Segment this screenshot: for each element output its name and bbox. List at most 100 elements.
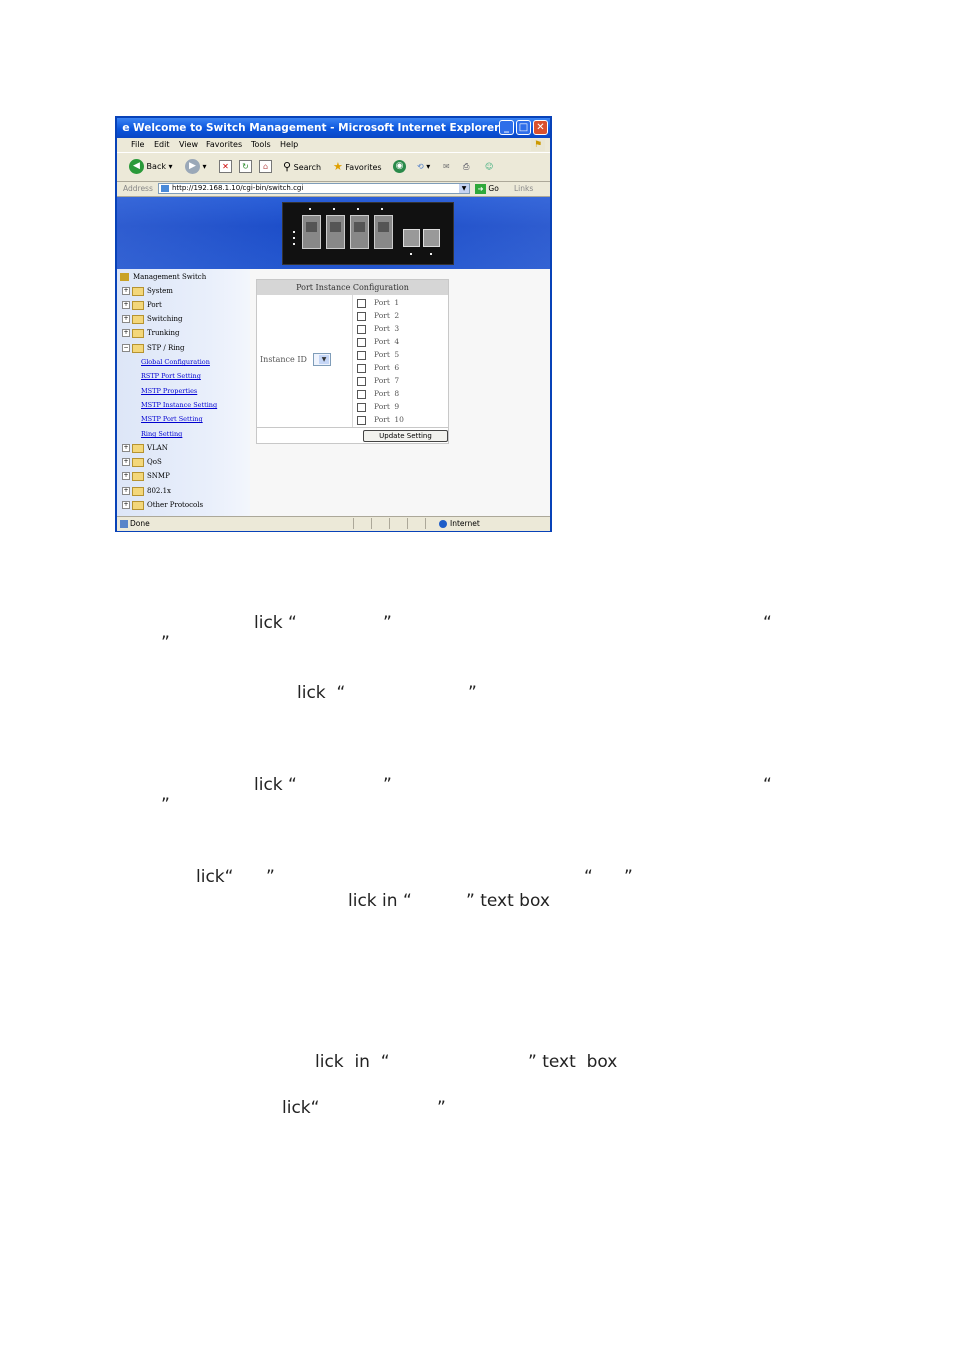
switch-port-4[interactable] bbox=[374, 215, 393, 249]
address-dropdown-icon[interactable]: ▼ bbox=[459, 184, 469, 193]
port-checkbox[interactable] bbox=[357, 389, 366, 399]
media-button[interactable]: ◉ bbox=[393, 159, 406, 175]
globe-icon bbox=[439, 520, 447, 528]
tree-link-global-configuration[interactable]: Global Configuration bbox=[141, 356, 210, 368]
menu-favorites[interactable]: Favorites bbox=[206, 138, 242, 152]
refresh-button[interactable]: ↻ bbox=[239, 159, 252, 175]
messenger-button[interactable]: ☺ bbox=[485, 159, 493, 175]
switch-port-6[interactable] bbox=[423, 229, 440, 247]
menu-view[interactable]: View bbox=[179, 138, 198, 152]
favorites-button[interactable]: ★ Favorites bbox=[333, 159, 382, 175]
tree-item-other-protocols[interactable]: + Other Protocols bbox=[122, 499, 203, 511]
print-button[interactable]: ⎙ bbox=[463, 159, 469, 175]
text-fragment: “ bbox=[584, 867, 593, 887]
security-zone: Internet bbox=[439, 517, 480, 530]
port-row: Port 6 bbox=[357, 362, 399, 374]
mail-icon: ✉ bbox=[443, 162, 450, 171]
port-checkbox[interactable] bbox=[357, 363, 366, 373]
menu-tools[interactable]: Tools bbox=[251, 138, 271, 152]
port-checkbox[interactable] bbox=[357, 311, 366, 321]
status-text: Done bbox=[130, 519, 150, 528]
text-fragment: ” bbox=[161, 795, 170, 815]
minimize-button[interactable]: _ bbox=[499, 120, 514, 135]
mail-button[interactable]: ✉ bbox=[443, 159, 450, 175]
search-icon: ⚲ bbox=[283, 160, 292, 173]
tree-item-qos[interactable]: + QoS bbox=[122, 456, 162, 468]
folder-open-icon bbox=[132, 343, 144, 353]
tree-item-port[interactable]: + Port bbox=[122, 299, 162, 311]
search-button[interactable]: ⚲ Search bbox=[283, 159, 321, 175]
address-input[interactable]: http://192.168.1.10/cgi-bin/switch.cgi bbox=[158, 183, 470, 194]
switch-port-5[interactable] bbox=[403, 229, 420, 247]
text-fragment: “ bbox=[763, 613, 772, 633]
go-label: Go bbox=[488, 184, 499, 193]
forward-button[interactable]: ▶ ▾ bbox=[185, 159, 207, 175]
folder-icon bbox=[132, 500, 144, 510]
folder-icon bbox=[132, 443, 144, 453]
text-fragment: lick “ bbox=[254, 775, 297, 795]
close-icon: ✕ bbox=[536, 122, 545, 133]
switch-port-1[interactable] bbox=[302, 215, 321, 249]
tree-item-system[interactable]: + System bbox=[122, 285, 173, 297]
home-icon: ⌂ bbox=[259, 160, 272, 173]
go-arrow-icon: ➜ bbox=[475, 184, 486, 194]
switch-port-3[interactable] bbox=[350, 215, 369, 249]
tree-link-mstp-instance-setting[interactable]: MSTP Instance Setting bbox=[141, 399, 217, 411]
go-button[interactable]: ➜ Go bbox=[475, 182, 499, 196]
links-button[interactable]: Links bbox=[514, 182, 533, 196]
history-icon: ⟲ bbox=[417, 162, 424, 171]
switch-root-icon bbox=[120, 273, 129, 281]
star-icon: ★ bbox=[333, 160, 343, 173]
tree-link-mstp-port-setting[interactable]: MSTP Port Setting bbox=[141, 413, 203, 425]
page-done-icon bbox=[120, 520, 128, 528]
menu-help[interactable]: Help bbox=[280, 138, 298, 152]
tree-item-vlan[interactable]: + VLAN bbox=[122, 442, 168, 454]
window-title: Welcome to Switch Management - Microsoft… bbox=[133, 122, 500, 134]
tree-link-mstp-properties[interactable]: MSTP Properties bbox=[141, 385, 197, 397]
menu-edit[interactable]: Edit bbox=[154, 138, 170, 152]
tree-link-rstp-port-setting[interactable]: RSTP Port Setting bbox=[141, 370, 201, 382]
port-row: Port 3 bbox=[357, 323, 399, 335]
back-button[interactable]: ◀ Back ▾ bbox=[129, 159, 173, 175]
table-title: Port Instance Configuration bbox=[257, 280, 448, 295]
menu-file[interactable]: File bbox=[131, 138, 144, 152]
port-checkbox[interactable] bbox=[357, 350, 366, 360]
folder-icon bbox=[132, 328, 144, 338]
folder-icon bbox=[132, 471, 144, 481]
navigation-tree: Management Switch + System + Port + Switchi… bbox=[117, 269, 250, 516]
maximize-button[interactable]: □ bbox=[516, 120, 531, 135]
stop-button[interactable]: ✕ bbox=[219, 159, 232, 175]
tree-root[interactable]: Management Switch bbox=[120, 271, 206, 283]
tree-item-802-1x[interactable]: +802.1x bbox=[122, 485, 171, 497]
minimize-icon: _ bbox=[504, 122, 509, 133]
instance-id-select[interactable]: ▼ bbox=[313, 353, 331, 366]
text-fragment: ” text box bbox=[528, 1052, 618, 1072]
port-checkbox[interactable] bbox=[357, 324, 366, 334]
instance-id-label: Instance ID bbox=[260, 355, 307, 364]
home-button[interactable]: ⌂ bbox=[259, 159, 272, 175]
port-checkbox[interactable] bbox=[357, 402, 366, 412]
title-bar: e Welcome to Switch Management - Microso… bbox=[117, 118, 550, 138]
switch-front-panel-image bbox=[282, 202, 454, 265]
toolbar: ◀ Back ▾ ▶ ▾ ✕ ↻ ⌂ ⚲ Search ★ Favorites … bbox=[117, 152, 550, 182]
tree-item-trunking[interactable]: + Trunking bbox=[122, 327, 180, 339]
tree-item-stp-ring[interactable]: − STP / Ring bbox=[122, 342, 184, 354]
port-row: Port 8 bbox=[357, 388, 399, 400]
windows-flag-icon: ⚑ bbox=[531, 139, 545, 151]
media-icon: ◉ bbox=[393, 160, 406, 173]
close-button[interactable]: ✕ bbox=[533, 120, 548, 135]
text-fragment: ” bbox=[383, 775, 392, 795]
address-label: Address bbox=[123, 184, 153, 193]
update-setting-button[interactable]: Update Setting bbox=[363, 430, 448, 442]
tree-item-switching[interactable]: + Switching bbox=[122, 313, 183, 325]
back-label: Back bbox=[146, 162, 166, 171]
port-checkbox[interactable] bbox=[357, 337, 366, 347]
port-checkbox[interactable] bbox=[357, 298, 366, 308]
port-checkbox[interactable] bbox=[357, 376, 366, 386]
text-fragment: lick “ bbox=[297, 683, 346, 703]
history-button[interactable]: ⟲ ▾ bbox=[417, 159, 430, 175]
port-checkbox[interactable] bbox=[357, 415, 366, 425]
tree-item-snmp[interactable]: + SNMP bbox=[122, 470, 170, 482]
switch-port-2[interactable] bbox=[326, 215, 345, 249]
tree-link-ring-setting[interactable]: Ring Setting bbox=[141, 428, 182, 440]
